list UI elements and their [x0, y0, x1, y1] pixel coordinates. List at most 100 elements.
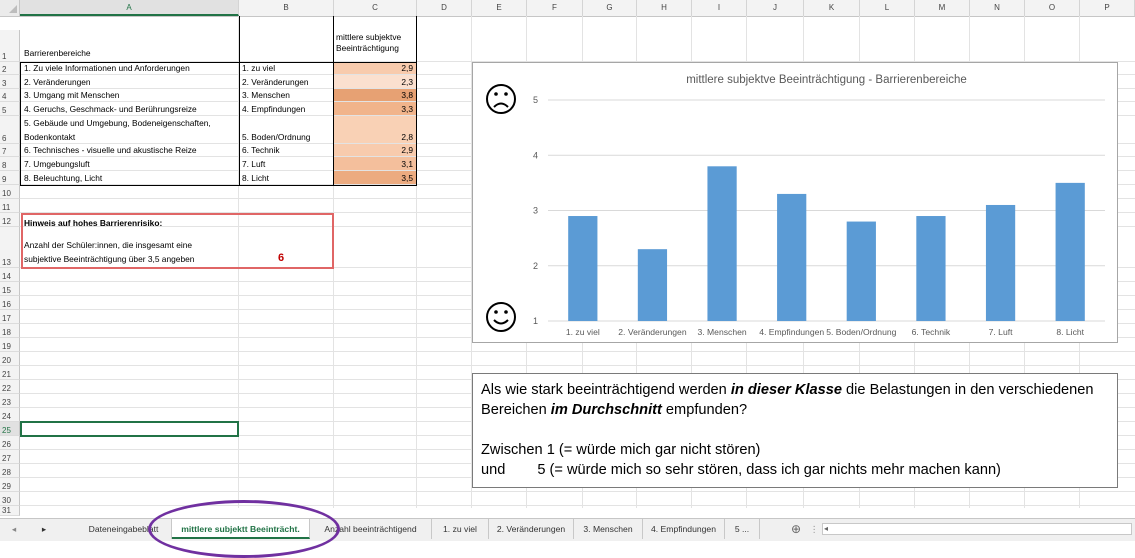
row-header-19[interactable]: 19: [0, 338, 20, 352]
row-header-29[interactable]: 29: [0, 478, 20, 492]
column-header-e[interactable]: E: [472, 0, 527, 16]
column-header-p[interactable]: P: [1080, 0, 1135, 16]
column-header-b[interactable]: B: [239, 0, 334, 16]
textbox-text: empfunden?: [661, 402, 748, 418]
cell-a1[interactable]: Barrierenbereiche: [22, 48, 237, 58]
row-header-13[interactable]: 13: [0, 227, 20, 268]
row-header-16[interactable]: 16: [0, 296, 20, 310]
chart-canvas: mittlere subjektve Beeinträchtigung - Ba…: [486, 74, 1105, 337]
hint-line2[interactable]: subjektive Beeinträchtigung über 3,5 ang…: [22, 254, 237, 264]
cell-c1[interactable]: mittlere subjektve Beeinträchtigung: [334, 32, 416, 53]
column-header-k[interactable]: K: [804, 0, 860, 16]
row-header-20[interactable]: 20: [0, 352, 20, 366]
row-header-11[interactable]: 11: [0, 199, 20, 213]
select-all-triangle-icon: [9, 5, 17, 13]
row-header-12[interactable]: 12: [0, 213, 20, 227]
column-header-m[interactable]: M: [915, 0, 970, 16]
row-header-1[interactable]: 1: [0, 30, 20, 62]
row-header-9[interactable]: 9: [0, 171, 20, 185]
y-tick-label: 4: [533, 150, 538, 160]
gridline-h: [20, 351, 1135, 352]
row-header-10[interactable]: 10: [0, 185, 20, 199]
hint-title[interactable]: Hinweis auf hohes Barrierenrisiko:: [22, 218, 237, 228]
row-header-22[interactable]: 22: [0, 380, 20, 394]
column-header-c[interactable]: C: [334, 0, 417, 16]
gridline-h: [20, 491, 1135, 492]
sheet-tab-7[interactable]: 4. Empfindungen: [643, 519, 725, 539]
row-header-24[interactable]: 24: [0, 408, 20, 422]
row-header-15[interactable]: 15: [0, 282, 20, 296]
textbox-text: Als wie stark beeinträchtigend werden: [481, 382, 731, 398]
hint-line1[interactable]: Anzahl der Schüler:innen, die insgesamt …: [22, 240, 237, 250]
x-tick-label: 5. Boden/Ordnung: [826, 327, 896, 337]
row-header-8[interactable]: 8: [0, 157, 20, 171]
x-tick-label: 2. Veränderungen: [618, 327, 687, 337]
textbox-text: Bereichen: [481, 402, 551, 418]
active-cell-a25[interactable]: [20, 421, 239, 437]
scroll-left-icon[interactable]: ◂: [824, 524, 832, 534]
x-tick-label: 4. Empfindungen: [759, 327, 824, 337]
table-border: [20, 62, 417, 186]
x-tick-label: 8. Licht: [1056, 327, 1084, 337]
row-header-7[interactable]: 7: [0, 144, 20, 157]
explanation-textbox[interactable]: Als wie stark beeinträchtigend werden in…: [472, 373, 1118, 488]
textbox-emphasis: in dieser Klasse: [730, 382, 842, 398]
row-header-5[interactable]: 5: [0, 102, 20, 116]
x-tick-label: 1. zu viel: [566, 327, 600, 337]
column-header-h[interactable]: H: [637, 0, 692, 16]
y-tick-label: 3: [533, 206, 538, 216]
row-header-18[interactable]: 18: [0, 324, 20, 338]
textbox-text: 5 (= würde mich so sehr stören, dass ich…: [537, 462, 1001, 478]
row-header-3[interactable]: 3: [0, 75, 20, 89]
textbox-text: die Belastungen in den verschiedenen: [842, 382, 1094, 398]
bar-7: [985, 204, 1016, 321]
table-divider: [416, 16, 417, 186]
more-options-icon[interactable]: ⋮: [808, 519, 820, 539]
row-header-27[interactable]: 27: [0, 450, 20, 464]
column-header-i[interactable]: I: [692, 0, 747, 16]
row-header-30[interactable]: 30: [0, 492, 20, 506]
sheet-tab-8[interactable]: 5 ...: [725, 519, 760, 539]
row-header-17[interactable]: 17: [0, 310, 20, 324]
sheet-tab-4[interactable]: 1. zu viel: [432, 519, 489, 539]
bar-5: [846, 221, 876, 321]
x-tick-label: 6. Technik: [912, 327, 951, 337]
bar-chart[interactable]: mittlere subjektve Beeinträchtigung - Ba…: [472, 62, 1118, 343]
chart-title: mittlere subjektve Beeinträchtigung - Ba…: [686, 74, 967, 86]
add-sheet-icon[interactable]: ⊕: [786, 519, 806, 539]
column-header-f[interactable]: F: [527, 0, 583, 16]
highlight-oval: [148, 500, 340, 558]
gridline-h: [20, 365, 1135, 366]
sheet-tab-5[interactable]: 2. Veränderungen: [489, 519, 574, 539]
x-tick-label: 3. Menschen: [697, 327, 746, 337]
column-header-d[interactable]: D: [417, 0, 472, 16]
y-tick-label: 1: [533, 316, 538, 326]
column-header-j[interactable]: J: [747, 0, 804, 16]
horizontal-scrollbar[interactable]: [822, 523, 1132, 535]
textbox-spacer: [481, 420, 1109, 440]
row-header-21[interactable]: 21: [0, 366, 20, 380]
column-header-l[interactable]: L: [860, 0, 915, 16]
row-header-23[interactable]: 23: [0, 394, 20, 408]
column-header-g[interactable]: G: [583, 0, 637, 16]
tab-scroll-right-icon[interactable]: ▸: [36, 519, 52, 539]
x-tick-label: 7. Luft: [989, 327, 1014, 337]
column-header-a[interactable]: A: [20, 0, 239, 16]
row-header-14[interactable]: 14: [0, 268, 20, 282]
tab-scroll-left-icon[interactable]: ◂: [6, 519, 22, 539]
sheet-tab-6[interactable]: 3. Menschen: [574, 519, 643, 539]
row-header-31[interactable]: 31: [0, 506, 20, 516]
row-header-2[interactable]: 2: [0, 62, 20, 75]
table-divider: [239, 16, 240, 186]
column-header-n[interactable]: N: [970, 0, 1025, 16]
hint-count[interactable]: 6: [276, 252, 296, 264]
row-header-26[interactable]: 26: [0, 436, 20, 450]
row-header-28[interactable]: 28: [0, 464, 20, 478]
bar-6: [916, 216, 946, 321]
row-header-6[interactable]: 6: [0, 116, 20, 144]
row-header-25[interactable]: 25: [0, 422, 20, 436]
textbox-line2: Bereichen im Durchschnitt empfunden?: [481, 400, 1109, 420]
column-header-o[interactable]: O: [1025, 0, 1080, 16]
row-header-4[interactable]: 4: [0, 89, 20, 102]
bar-4: [777, 193, 807, 321]
